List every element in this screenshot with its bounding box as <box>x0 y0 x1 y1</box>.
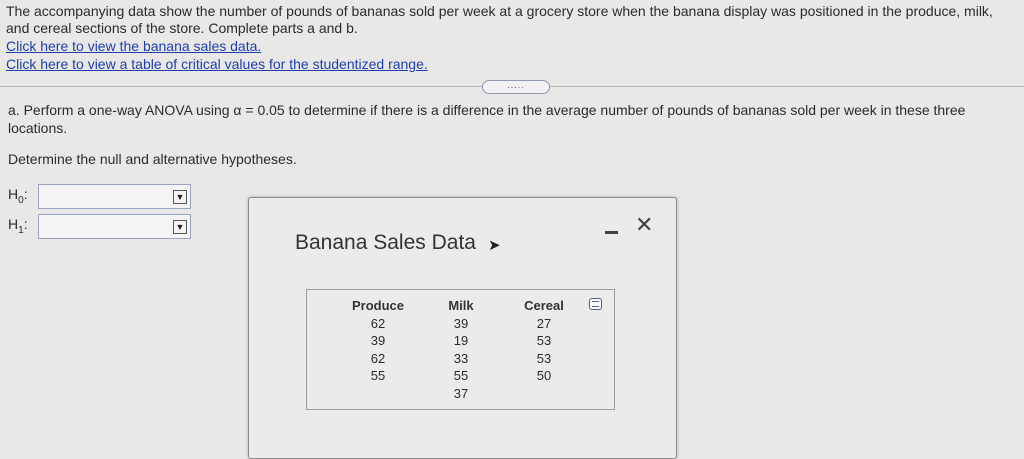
mouse-cursor-icon: ➤ <box>488 237 501 254</box>
produce-column: Produce 62 39 62 55 <box>347 297 409 385</box>
table-cell: 19 <box>453 333 469 348</box>
expand-button[interactable]: ..... <box>482 80 550 94</box>
popup-title: Banana Sales Data <box>295 231 476 254</box>
table-cell: 39 <box>370 333 386 348</box>
dropdown-arrow-icon[interactable]: ▼ <box>173 220 187 234</box>
table-cell: 33 <box>453 350 469 366</box>
column-header: Cereal <box>524 298 564 313</box>
question-intro: The accompanying data show the number of… <box>6 3 1018 73</box>
table-cell: 53 <box>536 350 552 366</box>
table-cell: 55 <box>370 368 386 383</box>
copy-data-icon[interactable] <box>589 298 602 310</box>
column-header: Produce <box>351 298 404 313</box>
table-cell: 50 <box>536 368 552 383</box>
close-icon[interactable]: ✕ <box>635 212 653 238</box>
table-cell: 55 <box>453 368 469 383</box>
column-header: Milk <box>448 298 474 313</box>
table-cell: 37 <box>453 385 469 401</box>
table-cell: 62 <box>370 315 386 331</box>
h0-label: H0: <box>8 186 28 206</box>
h1-label: H1: <box>8 216 28 236</box>
hypotheses-prompt: Determine the null and alternative hypot… <box>8 151 297 167</box>
h0-dropdown[interactable]: ▼ <box>38 184 191 209</box>
table-cell: 39 <box>453 315 469 331</box>
minimize-icon[interactable] <box>605 231 618 234</box>
table-cell: 62 <box>370 350 386 366</box>
data-table: Produce 62 39 62 55 Milk 39 19 33 55 37 … <box>306 289 615 410</box>
table-cell: 53 <box>536 333 552 348</box>
table-cell: 27 <box>536 315 552 331</box>
dropdown-arrow-icon[interactable]: ▼ <box>173 190 187 204</box>
h1-dropdown[interactable]: ▼ <box>38 214 191 239</box>
intro-text: The accompanying data show the number of… <box>6 3 993 36</box>
critical-values-link[interactable]: Click here to view a table of critical v… <box>6 55 1018 73</box>
cereal-column: Cereal 27 53 53 50 <box>517 297 571 385</box>
banana-data-popup: Banana Sales Data ➤ ✕ Produce 62 39 62 5… <box>248 197 677 459</box>
milk-column: Milk 39 19 33 55 37 <box>441 297 481 402</box>
part-a-text: a. Perform a one-way ANOVA using α = 0.0… <box>8 102 966 136</box>
banana-data-link[interactable]: Click here to view the banana sales data… <box>6 37 1018 55</box>
